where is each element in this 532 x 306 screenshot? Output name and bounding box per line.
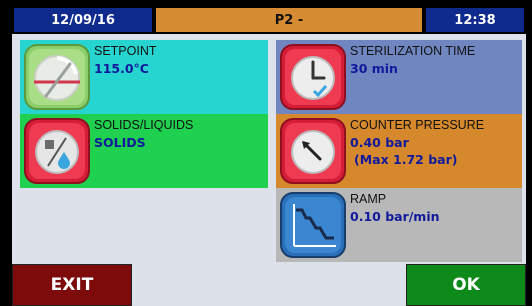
header-time: 12:38 [424,6,526,34]
clock-icon [280,44,346,110]
header-date: 12/09/16 [12,6,154,34]
ramp-tile[interactable]: RAMP 0.10 bar/min [276,188,522,262]
header-program[interactable]: P2 - [154,6,424,34]
setpoint-value: 115.0°C [94,61,149,76]
sterilization-time-tile[interactable]: STERILIZATION TIME 30 min [276,40,522,114]
thermometer-dial-icon [24,44,90,110]
counter-pressure-tile[interactable]: COUNTER PRESSURE 0.40 bar (Max 1.72 bar) [276,114,522,188]
counter-pressure-label: COUNTER PRESSURE [350,118,485,132]
sterilization-time-label: STERILIZATION TIME [350,44,476,58]
ok-button[interactable]: OK [406,264,526,306]
pressure-gauge-icon [280,118,346,184]
sterilization-time-value: 30 min [350,61,398,76]
solids-liquids-tile[interactable]: SOLIDS/LIQUIDS SOLIDS [20,114,268,188]
setpoint-label: SETPOINT [94,44,157,58]
ramp-graph-icon [280,192,346,258]
solids-liquids-value: SOLIDS [94,135,146,150]
exit-button[interactable]: EXIT [12,264,132,306]
ramp-label: RAMP [350,192,387,206]
setpoint-tile[interactable]: SETPOINT 115.0°C [20,40,268,114]
solids-liquids-label: SOLIDS/LIQUIDS [94,118,194,132]
header-bar: 12/09/16 P2 - 12:38 [12,6,526,34]
counter-pressure-value: 0.40 bar [350,135,409,150]
solid-liquid-drop-icon [24,118,90,184]
counter-pressure-max: (Max 1.72 bar) [354,152,458,167]
autoclave-screen: 12/09/16 P2 - 12:38 SETPOINT 115.0°C SOL… [12,6,526,306]
ramp-value: 0.10 bar/min [350,209,440,224]
